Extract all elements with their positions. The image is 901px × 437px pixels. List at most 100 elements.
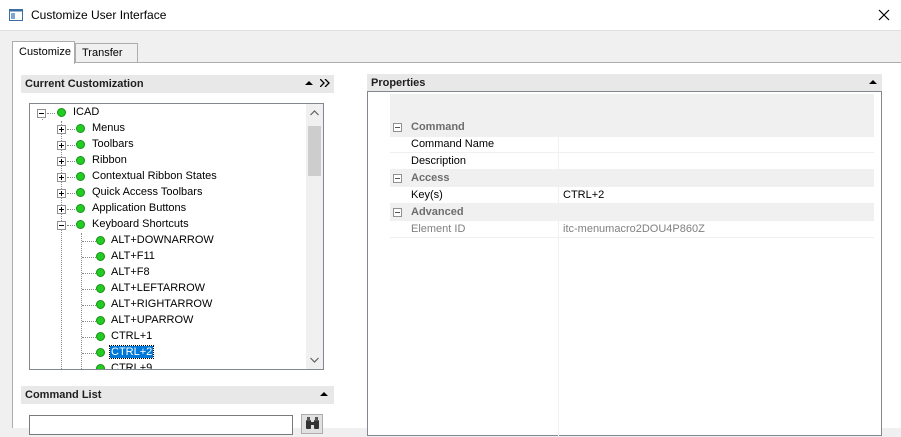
customization-tree[interactable]: ICAD Menus Toolbars Ribbon Contextual Ri… — [29, 103, 324, 370]
tree-connector — [67, 161, 75, 162]
property-row-keys[interactable]: Key(s) CTRL+2 — [390, 187, 874, 204]
property-name: Command Name — [411, 138, 495, 150]
binoculars-icon — [306, 417, 319, 429]
category-access[interactable]: Access — [390, 170, 874, 187]
tree-node-label: Ribbon — [92, 154, 127, 166]
tree-node-shortcut[interactable]: ALT+UPARROW — [30, 313, 306, 329]
command-list-header: Command List — [21, 386, 334, 404]
status-dot-icon — [76, 220, 85, 229]
expand-icon[interactable] — [57, 125, 66, 134]
status-dot-icon — [96, 348, 105, 357]
tree-node-shortcut[interactable]: CTRL+1 — [30, 329, 306, 345]
tree-node-label: ALT+F11 — [111, 250, 155, 262]
status-dot-icon — [96, 284, 105, 293]
tree-node-shortcut[interactable]: ALT+F11 — [30, 249, 306, 265]
collapse-up-icon[interactable] — [869, 78, 877, 86]
category-command[interactable]: Command — [390, 119, 874, 136]
tree-node-label: CTRL+2 — [108, 345, 155, 359]
status-dot-icon — [57, 108, 66, 117]
expand-icon[interactable] — [57, 141, 66, 150]
tree-node-label: Quick Access Toolbars — [92, 186, 203, 198]
title-bar: Customize User Interface — [0, 0, 901, 31]
property-row-command-name[interactable]: Command Name — [390, 136, 874, 153]
window-title: Customize User Interface — [31, 8, 167, 22]
tree-scrollbar[interactable] — [306, 104, 323, 369]
close-icon[interactable] — [877, 8, 891, 22]
tree-connector — [67, 177, 75, 178]
expand-icon[interactable] — [57, 205, 66, 214]
collapse-up-icon[interactable] — [305, 79, 313, 87]
tree-connector — [82, 321, 96, 322]
status-dot-icon — [76, 124, 85, 133]
command-search-input[interactable] — [29, 415, 293, 435]
tree-node-contextual-ribbon-states[interactable]: Contextual Ribbon States — [30, 169, 306, 185]
status-dot-icon — [96, 364, 105, 369]
tree-connector — [82, 305, 96, 306]
tree-node-shortcut[interactable]: ALT+RIGHTARROW — [30, 297, 306, 313]
tree-node-toolbars[interactable]: Toolbars — [30, 137, 306, 153]
tree-connector — [67, 209, 75, 210]
status-dot-icon — [96, 268, 105, 277]
category-label: Command — [411, 121, 465, 133]
tree-node-label: ALT+UPARROW — [111, 314, 194, 326]
category-label: Access — [411, 172, 450, 184]
window-icon — [9, 9, 23, 21]
tree-node-label: Keyboard Shortcuts — [92, 218, 189, 230]
tree-node-quick-access-toolbars[interactable]: Quick Access Toolbars — [30, 185, 306, 201]
status-dot-icon — [96, 252, 105, 261]
status-dot-icon — [76, 156, 85, 165]
current-customization-header: Current Customization — [21, 75, 334, 93]
collapse-icon[interactable] — [393, 208, 402, 217]
status-dot-icon — [76, 172, 85, 181]
tree-node-label: ALT+F8 — [111, 266, 150, 278]
tree-node-label: Toolbars — [92, 138, 134, 150]
expand-icon[interactable] — [57, 157, 66, 166]
tree-connector — [67, 193, 75, 194]
status-dot-icon — [76, 188, 85, 197]
tree-node-shortcut[interactable]: ALT+DOWNARROW — [30, 233, 306, 249]
find-command-button[interactable] — [301, 414, 323, 434]
tree-node-shortcut-selected[interactable]: CTRL+2 — [30, 345, 306, 361]
tree-node-icad[interactable]: ICAD — [30, 105, 306, 121]
tree-node-label: ALT+DOWNARROW — [111, 234, 214, 246]
tree-node-label: CTRL+9 — [111, 362, 153, 370]
property-name: Description — [411, 155, 467, 167]
tree-node-label: ICAD — [73, 106, 100, 118]
tree-node-menus[interactable]: Menus — [30, 121, 306, 137]
expand-icon[interactable] — [57, 189, 66, 198]
property-row-element-id[interactable]: Element ID itc-menumacro2DOU4P860Z — [390, 221, 874, 238]
collapse-icon[interactable] — [57, 221, 66, 230]
tree-connector — [82, 241, 96, 242]
tree-node-shortcut[interactable]: CTRL+9 — [30, 361, 306, 370]
collapse-icon[interactable] — [393, 123, 402, 132]
category-label: Advanced — [411, 206, 464, 218]
tab-transfer[interactable]: Transfer — [75, 43, 138, 63]
tree-connector — [67, 145, 75, 146]
tree-node-shortcut[interactable]: ALT+LEFTARROW — [30, 281, 306, 297]
tree-node-application-buttons[interactable]: Application Buttons — [30, 201, 306, 217]
category-advanced[interactable]: Advanced — [390, 204, 874, 221]
status-dot-icon — [76, 204, 85, 213]
property-row-description[interactable]: Description — [390, 153, 874, 170]
property-grid: Command Command Name Description Access … — [367, 91, 882, 437]
scrollbar-thumb[interactable] — [308, 126, 321, 176]
tree-node-shortcut[interactable]: ALT+F8 — [30, 265, 306, 281]
collapse-icon[interactable] — [37, 109, 46, 118]
property-value[interactable]: CTRL+2 — [563, 189, 604, 201]
tree-connector — [47, 113, 55, 114]
tree-node-ribbon[interactable]: Ribbon — [30, 153, 306, 169]
scroll-down-icon[interactable] — [310, 357, 319, 363]
tree-connector — [82, 369, 96, 370]
tab-customize[interactable]: Customize — [12, 41, 75, 64]
expand-icon[interactable] — [57, 173, 66, 182]
collapse-icon[interactable] — [393, 174, 402, 183]
properties-header: Properties — [367, 74, 882, 92]
tree-connector — [67, 225, 75, 226]
tree-node-keyboard-shortcuts[interactable]: Keyboard Shortcuts — [30, 217, 306, 233]
expand-double-arrow-icon[interactable] — [320, 79, 330, 87]
scroll-up-icon[interactable] — [310, 110, 319, 116]
current-customization-title: Current Customization — [25, 78, 144, 90]
collapse-up-icon[interactable] — [320, 390, 328, 398]
tree-connector — [82, 289, 96, 290]
properties-title: Properties — [371, 77, 426, 89]
